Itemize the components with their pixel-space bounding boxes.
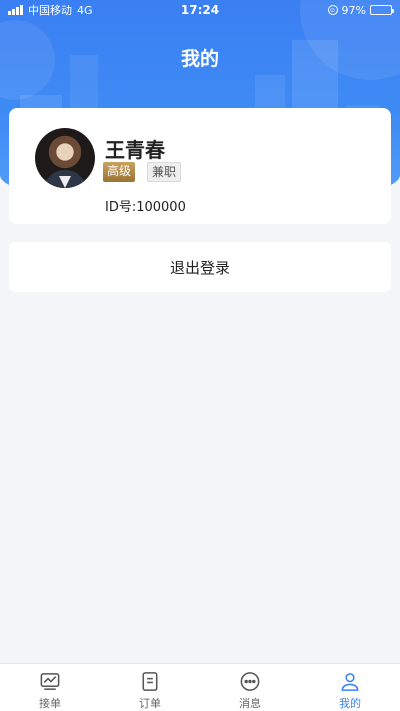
tab-orders-take[interactable]: 接单 <box>0 664 100 711</box>
avatar[interactable] <box>35 128 95 188</box>
tab-label: 订单 <box>139 697 161 710</box>
logout-button[interactable]: 退出登录 <box>9 242 391 292</box>
profile-card: 王青春 高级 兼职 ID号:100000 <box>9 108 391 224</box>
network-type: 4G <box>77 3 93 17</box>
document-icon <box>142 672 158 691</box>
type-badge: 兼职 <box>147 162 182 182</box>
tab-label: 消息 <box>239 697 261 710</box>
tab-label: 我的 <box>339 697 361 710</box>
tab-label: 接单 <box>39 697 61 710</box>
level-badge: 高级 <box>103 162 136 182</box>
chart-icon <box>40 673 60 690</box>
user-id: ID号:100000 <box>105 200 186 215</box>
chat-icon <box>240 672 260 691</box>
user-icon <box>341 673 359 691</box>
battery-percent: 97% <box>341 3 366 17</box>
tab-messages[interactable]: 消息 <box>200 664 300 711</box>
battery-icon <box>370 5 394 15</box>
page-title: 我的 <box>180 48 219 70</box>
orientation-lock-icon: ⊙ <box>327 5 338 15</box>
tab-mine[interactable]: 我的 <box>300 664 400 711</box>
status-bar: 中国移动 4G 17:24 ⊙ 97% <box>0 0 400 20</box>
tab-bar: 接单 订单 消息 我的 <box>0 663 400 711</box>
user-tags: 高级 兼职 <box>103 162 182 182</box>
user-name: 王青春 <box>105 138 165 162</box>
signal-icon <box>8 5 23 15</box>
carrier-name: 中国移动 <box>28 4 72 17</box>
profile-page: 中国移动 4G 17:24 ⊙ 97% 我的 王青春 高级 兼职 ID号:100… <box>0 0 400 711</box>
tab-orders[interactable]: 订单 <box>100 664 200 711</box>
